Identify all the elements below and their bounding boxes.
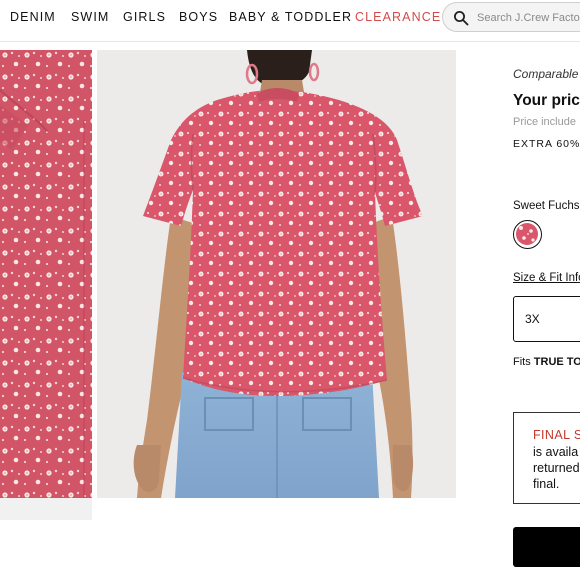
nav-item-girls[interactable]: GIRLS: [123, 10, 166, 24]
fit-note-strong: TRUE TO: [533, 356, 580, 368]
color-name-label: Sweet Fuchsi: [513, 200, 580, 212]
size-selector[interactable]: 3X: [513, 296, 580, 342]
final-sale-notice: FINAL S is availa returned final.: [513, 412, 580, 504]
final-sale-line-3: final.: [533, 477, 560, 491]
price-include-note: Price include: [513, 116, 576, 128]
search-icon[interactable]: [453, 10, 469, 26]
fit-note: Fits TRUE TO: [513, 356, 580, 368]
product-image-previous[interactable]: [0, 50, 92, 498]
fit-note-prefix: Fits: [513, 356, 534, 368]
top-navigation: DENIM SWIM GIRLS BOYS BABY & TODDLER CLE…: [0, 0, 580, 42]
final-sale-title: FINAL S: [533, 428, 580, 442]
final-sale-line-1: is availa: [533, 445, 579, 459]
size-selected-value: 3X: [525, 312, 540, 326]
nav-item-baby-toddler[interactable]: BABY & TODDLER: [229, 10, 352, 24]
nav-item-swim[interactable]: SWIM: [71, 10, 109, 24]
comparable-value-label: Comparable: [513, 67, 579, 81]
nav-item-clearance[interactable]: CLEARANCE: [355, 10, 441, 24]
your-price-heading: Your price: [513, 92, 580, 109]
promo-badge: EXTRA 60% O: [513, 138, 580, 150]
search-box[interactable]: [442, 2, 580, 32]
size-fit-info-link[interactable]: Size & Fit Info: [513, 272, 580, 284]
shirt-front-image: [0, 50, 92, 498]
final-sale-line-2: returned: [533, 461, 580, 475]
search-input[interactable]: [477, 9, 580, 27]
nav-item-denim[interactable]: DENIM: [10, 10, 56, 24]
color-swatch-selected[interactable]: [513, 220, 542, 249]
swatch-pattern-icon: [516, 223, 538, 245]
shirt-back-image: [97, 50, 456, 498]
product-image-main[interactable]: [97, 50, 456, 498]
gallery-divider: [0, 498, 92, 520]
add-to-bag-button[interactable]: [513, 527, 580, 567]
nav-item-boys[interactable]: BOYS: [179, 10, 218, 24]
